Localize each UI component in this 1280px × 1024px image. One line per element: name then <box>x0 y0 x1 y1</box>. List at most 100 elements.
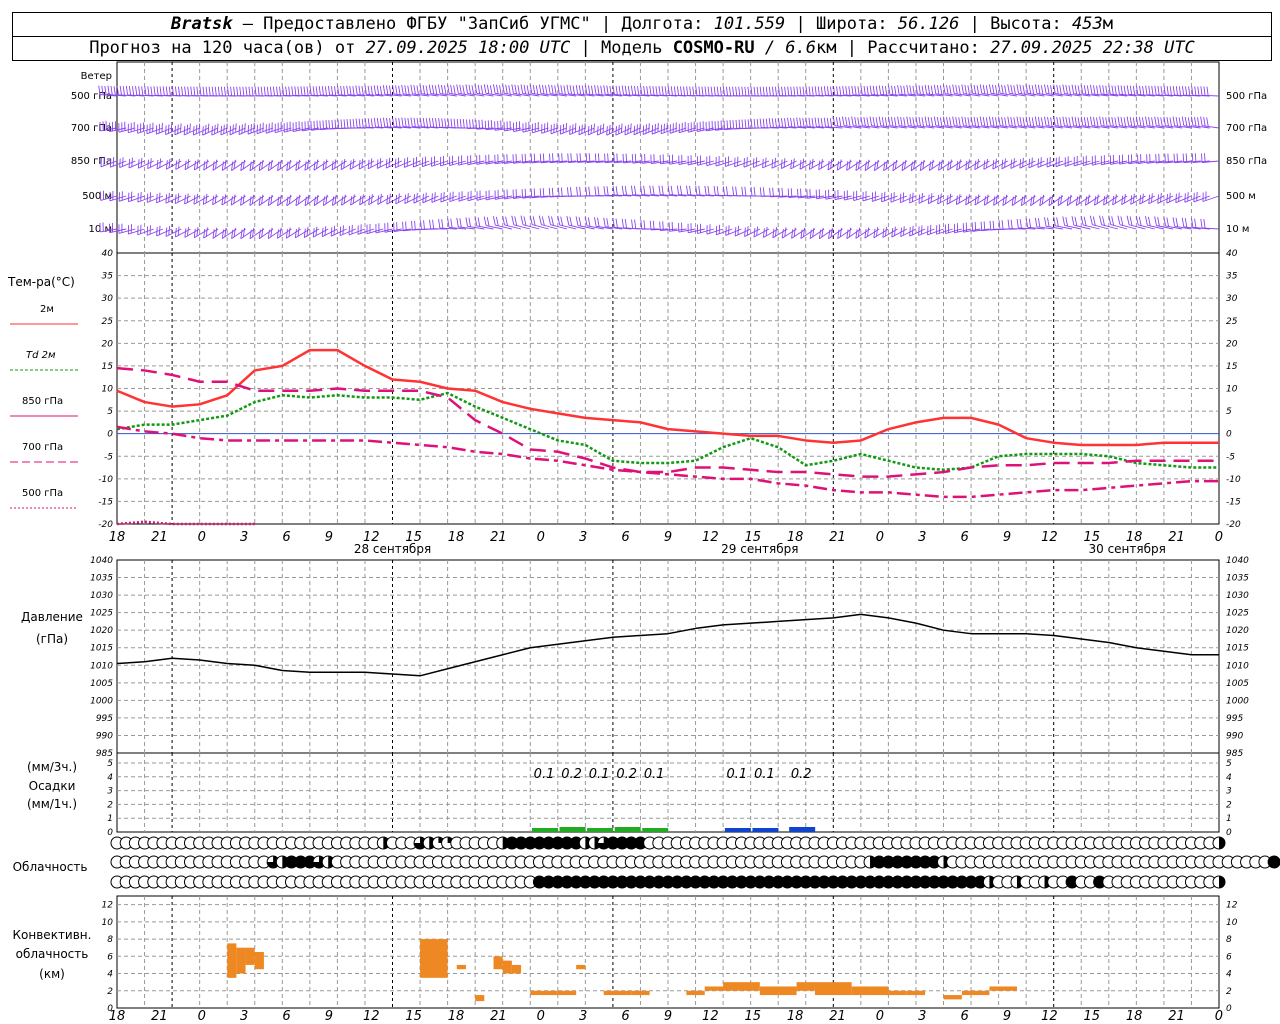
wind-barb-flag <box>594 85 597 95</box>
wind-barb-flag <box>520 215 524 225</box>
precip-tick-right: 5 <box>1226 759 1232 769</box>
wind-barb-flag <box>1142 193 1144 203</box>
wind-barb-shaft <box>569 127 586 135</box>
wind-barb-flag <box>276 229 279 239</box>
wind-barb-flag <box>235 123 237 133</box>
wind-barb-flag <box>574 123 577 133</box>
wind-barb-shaft <box>597 127 614 136</box>
wind-barb-flag <box>995 194 998 204</box>
temp-legend-text: 500 гПа <box>22 488 63 499</box>
conv-cloud-bar <box>502 960 512 974</box>
wind-barb-shaft <box>449 160 467 166</box>
hour-tick-label-bottom: 6 <box>621 1009 629 1024</box>
pressure-tick-left: 990 <box>96 731 113 741</box>
temp-tick-left: 0 <box>107 430 113 440</box>
wind-barb-shaft <box>1110 160 1128 165</box>
wind-barb-flag <box>1139 85 1142 95</box>
temp-tick-left: 30 <box>102 294 114 304</box>
temp-tick-right: 35 <box>1226 272 1238 282</box>
wind-barb-shaft <box>467 160 485 166</box>
wind-barb-flag <box>567 153 569 163</box>
wind-barb-flag <box>991 116 995 127</box>
wind-barb-flag <box>845 86 848 96</box>
wind-barb-flag <box>1169 86 1172 96</box>
wind-barb-flag <box>719 86 722 96</box>
wind-barb-flag <box>208 86 211 96</box>
wind-barb-flag <box>340 119 343 129</box>
wind-barb-shaft <box>395 160 412 169</box>
wind-barb-flag <box>918 85 921 95</box>
wind-barb-flag <box>279 159 282 170</box>
wind-barb-flag <box>297 159 301 169</box>
wind-barb-flag <box>288 86 291 96</box>
wind-barb-flag <box>1078 194 1081 204</box>
wind-barb-flag <box>780 118 784 128</box>
wind-barb-flag <box>922 159 925 169</box>
wind-barb-shaft <box>1157 195 1174 204</box>
wind-barb-flag <box>437 84 441 94</box>
wind-barb-flag <box>1173 153 1175 163</box>
wind-barb-shaft <box>183 127 200 136</box>
wind-barb-flag <box>1157 116 1160 127</box>
temp-tick-left: -5 <box>104 452 113 462</box>
wind-barb-flag <box>386 117 389 127</box>
wind-barb-flag <box>254 86 257 96</box>
wind-barb-flag <box>119 85 122 96</box>
temp-tick-right: 10 <box>1226 385 1238 395</box>
wind-barb-flag <box>572 124 574 134</box>
wind-barb-shaft <box>348 228 366 236</box>
wind-barb-flag <box>1028 218 1032 228</box>
wind-barb-flag <box>125 85 129 95</box>
temp-legend-text: Td 2м <box>26 350 56 361</box>
wind-barb-flag <box>352 194 355 204</box>
wind-barb-shaft <box>1074 160 1091 167</box>
wind-barb-flag <box>1020 196 1024 206</box>
wind-barb-flag <box>431 193 433 203</box>
wind-barb-flag <box>316 159 319 169</box>
wind-barb-flag <box>541 216 545 226</box>
wind-barb-flag <box>324 86 327 96</box>
wind-barb-flag <box>487 120 490 130</box>
wind-barb-flag <box>175 160 178 170</box>
wind-barb-flag <box>428 117 432 127</box>
wind-barb-flag <box>967 194 970 204</box>
wind-barb-flag <box>1111 85 1114 95</box>
hour-tick-label-bottom: 18 <box>787 1009 804 1024</box>
wind-barb-flag <box>249 196 252 206</box>
wind-barb-flag <box>698 86 701 96</box>
wind-barb-flag <box>686 86 689 96</box>
wind-barb-flag <box>1194 116 1197 127</box>
wind-barb-flag <box>140 157 143 168</box>
wind-barb-flag <box>285 86 288 96</box>
wind-barb-flag <box>376 159 379 169</box>
wind-barb-shaft <box>1166 195 1183 204</box>
wind-barb-flag <box>716 186 719 196</box>
wind-barb-flag <box>1155 154 1157 164</box>
wind-barb-flag <box>1164 153 1166 163</box>
wind-barb-flag <box>1172 116 1176 126</box>
wind-barb-flag <box>1145 116 1148 126</box>
temp-tick-right: 40 <box>1226 249 1238 259</box>
wind-barb-flag <box>737 225 740 235</box>
wind-barb-shaft <box>1175 195 1192 204</box>
wind-barb-flag <box>205 227 208 237</box>
wind-barb-shaft <box>1064 160 1082 167</box>
wind-barb-flag <box>242 159 246 169</box>
cloud-cover-glyph <box>1212 836 1226 850</box>
wind-barb-shaft <box>449 195 467 203</box>
wind-barb-flag <box>1077 117 1081 127</box>
wind-barb-flag <box>1178 86 1182 96</box>
wind-barb-flag <box>342 225 344 235</box>
wind-barb-flag <box>261 194 264 204</box>
wind-barb-flag <box>199 86 202 96</box>
wind-barb-flag <box>851 116 854 126</box>
wind-barb-flag <box>744 227 746 237</box>
wind-barb-flag <box>1129 116 1133 127</box>
wind-barb-flag <box>793 227 796 237</box>
hour-tick-label: 18 <box>448 530 465 545</box>
wind-barb-flag <box>239 86 242 96</box>
wind-barb-flag <box>924 116 928 126</box>
wind-barb-flag <box>1057 196 1060 206</box>
wind-barb-flag <box>627 86 631 96</box>
wind-barb-flag <box>1019 84 1023 94</box>
